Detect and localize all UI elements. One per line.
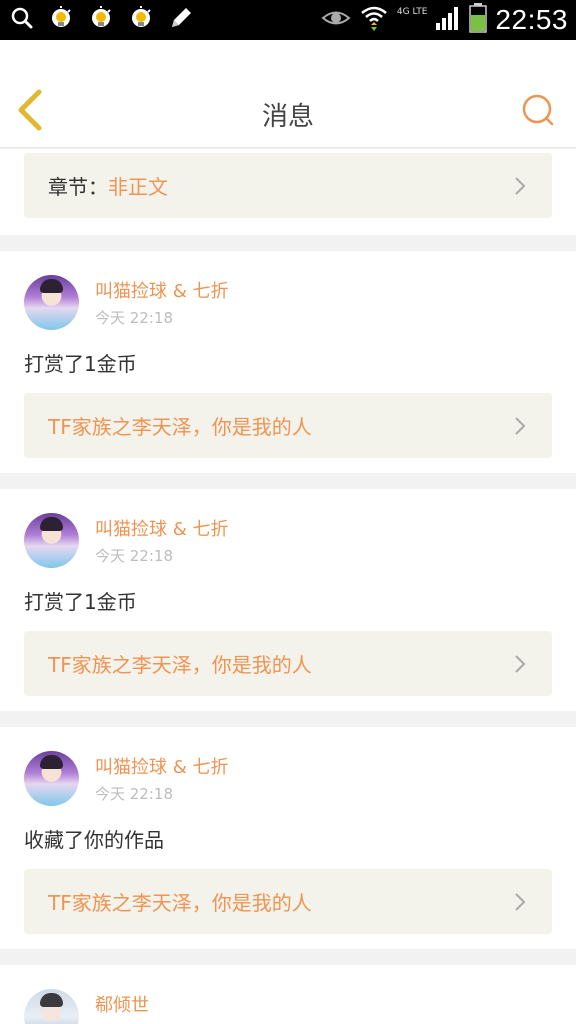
divider <box>0 235 576 251</box>
page-title: 消息 <box>261 102 314 132</box>
work-link[interactable]: TF家族之李天泽，你是我的人 <box>24 869 552 934</box>
message-username[interactable]: 郗倾世 <box>95 993 149 1019</box>
message-item: 叫猫捡球 & 七折 今天 22:18 收藏了你的作品 TF家族之李天泽，你是我的… <box>0 727 576 949</box>
notification-bulb-icon <box>88 5 114 35</box>
message-action: 打赏了1金币 <box>24 590 137 614</box>
avatar[interactable] <box>24 513 79 568</box>
eye-icon <box>321 7 351 33</box>
search-icon <box>521 93 555 131</box>
work-title: TF家族之李天泽，你是我的人 <box>48 415 312 439</box>
chevron-right-icon <box>514 654 530 674</box>
avatar[interactable] <box>24 751 79 806</box>
message-username[interactable]: 叫猫捡球 & 七折 <box>95 755 228 781</box>
divider <box>0 949 576 965</box>
message-list[interactable]: 章节：非正文 叫猫捡球 & 七折 今天 22:18 打赏了1金币 TF家族之李天… <box>0 149 576 1024</box>
chevron-right-icon <box>514 176 530 196</box>
screen: 4G LTE 22:53 消息 章节：非正文 叫猫捡球 & 七折 今天 22:1… <box>0 0 576 1024</box>
message-username[interactable]: 叫猫捡球 & 七折 <box>95 279 228 305</box>
status-bar: 4G LTE 22:53 <box>0 0 576 40</box>
avatar[interactable] <box>24 989 79 1024</box>
chevron-right-icon <box>514 892 530 912</box>
message-item: 叫猫捡球 & 七折 今天 22:18 打赏了1金币 TF家族之李天泽，你是我的人 <box>0 489 576 711</box>
chevron-right-icon <box>514 416 530 436</box>
avatar[interactable] <box>24 275 79 330</box>
message-username[interactable]: 叫猫捡球 & 七折 <box>95 517 228 543</box>
network-type-label: 4G LTE <box>396 7 428 17</box>
search-button[interactable] <box>518 92 558 132</box>
status-time: 22:53 <box>495 4 568 35</box>
message-time: 今天 22:18 <box>95 309 173 327</box>
divider <box>0 711 576 727</box>
work-title: TF家族之李天泽，你是我的人 <box>48 891 312 915</box>
chapter-link[interactable]: 章节：非正文 <box>24 153 552 218</box>
battery-icon <box>469 3 488 37</box>
search-icon <box>10 6 34 34</box>
chapter-card: 章节：非正文 <box>0 149 576 235</box>
notification-bulb-icon <box>128 5 154 35</box>
message-time: 今天 22:18 <box>95 547 173 565</box>
work-link[interactable]: TF家族之李天泽，你是我的人 <box>24 393 552 458</box>
chapter-label: 章节： <box>48 175 108 199</box>
work-title: TF家族之李天泽，你是我的人 <box>48 653 312 677</box>
chapter-value: 非正文 <box>108 175 168 199</box>
wifi-icon <box>359 3 389 37</box>
message-item: 叫猫捡球 & 七折 今天 22:18 打赏了1金币 TF家族之李天泽，你是我的人 <box>0 251 576 473</box>
message-time: 今天 22:18 <box>95 785 173 803</box>
work-link[interactable]: TF家族之李天泽，你是我的人 <box>24 631 552 696</box>
message-action: 打赏了1金币 <box>24 352 137 376</box>
divider <box>0 473 576 489</box>
notification-bulb-icon <box>48 5 74 35</box>
message-action: 收藏了你的作品 <box>24 828 164 852</box>
pencil-icon <box>168 5 194 35</box>
message-item: 郗倾世 <box>0 965 576 1024</box>
signal-icon <box>435 5 461 35</box>
app-header: 消息 <box>0 40 576 148</box>
